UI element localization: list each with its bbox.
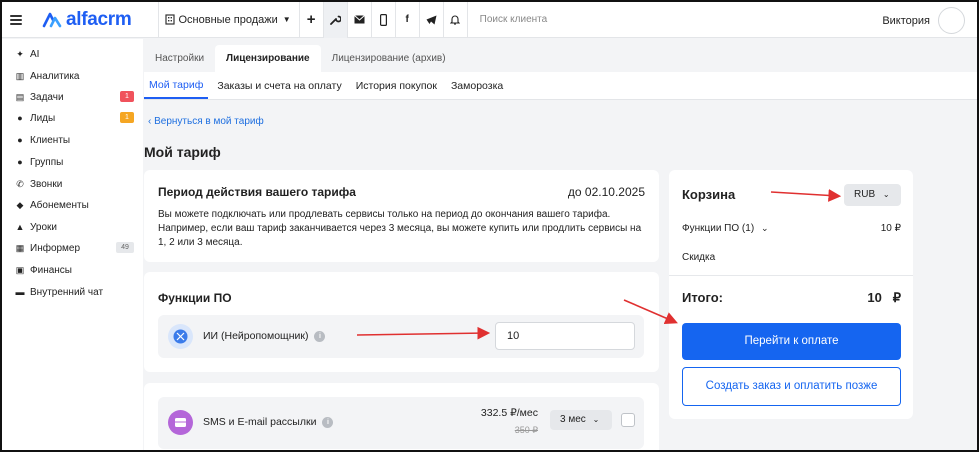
arrow-to-currency [770, 189, 842, 202]
annotation-arrows [356, 189, 842, 340]
app-window: alfacrm Основные продажи ▼ + f Поиск кли… [0, 0, 979, 452]
arrow-to-quantity [356, 326, 491, 340]
arrow-to-pay-button [623, 299, 678, 325]
